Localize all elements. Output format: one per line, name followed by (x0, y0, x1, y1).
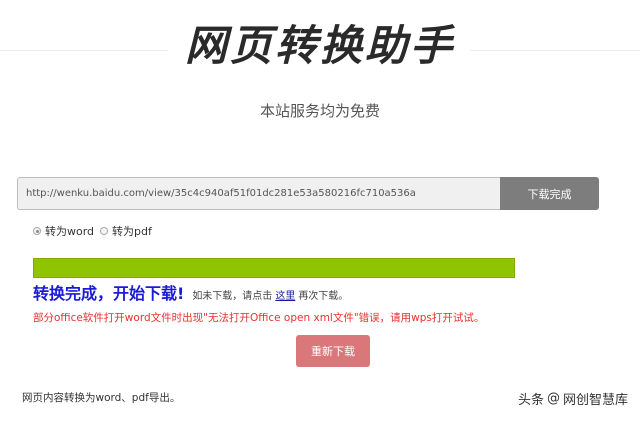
radio-checked-icon[interactable] (33, 227, 41, 235)
format-option-pdf[interactable]: 转为pdf (100, 223, 152, 239)
watermark: 头条 @ 网创智慧库 (518, 389, 628, 408)
format-option-word-label: 转为word (45, 225, 95, 238)
footer-description: 网页内容转换为word、pdf导出。 (22, 392, 181, 404)
convert-button[interactable]: 下载完成 (500, 177, 599, 210)
result-hint-after: 再次下载。 (298, 291, 349, 302)
site-logo: 网页转换助手 (184, 21, 455, 70)
format-option-pdf-label: 转为pdf (112, 225, 152, 238)
at-icon: @ (546, 391, 560, 406)
redownload-button[interactable]: 重新下载 (296, 335, 370, 367)
result-headline: 转换完成，开始下载! (33, 284, 185, 303)
watermark-handle: 网创智慧库 (562, 393, 628, 408)
office-error-note: 部分office软件打开word文件时出现"无法打开Office open xm… (33, 312, 485, 324)
format-options: 转为word 转为pdf (33, 223, 158, 239)
format-option-word[interactable]: 转为word (33, 223, 94, 239)
site-subtitle: 本站服务均为免费 (259, 102, 380, 120)
url-input[interactable] (17, 177, 501, 210)
watermark-prefix: 头条 (517, 393, 544, 408)
result-message: 转换完成，开始下载! 如未下载，请点击 这里 再次下载。 (33, 280, 348, 304)
redownload-here-link[interactable]: 这里 (275, 287, 295, 302)
progress-bar (33, 258, 515, 278)
progress-bar-fill (34, 259, 514, 277)
result-hint-before: 如未下载，请点击 (192, 291, 273, 302)
radio-unchecked-icon[interactable] (100, 227, 109, 235)
